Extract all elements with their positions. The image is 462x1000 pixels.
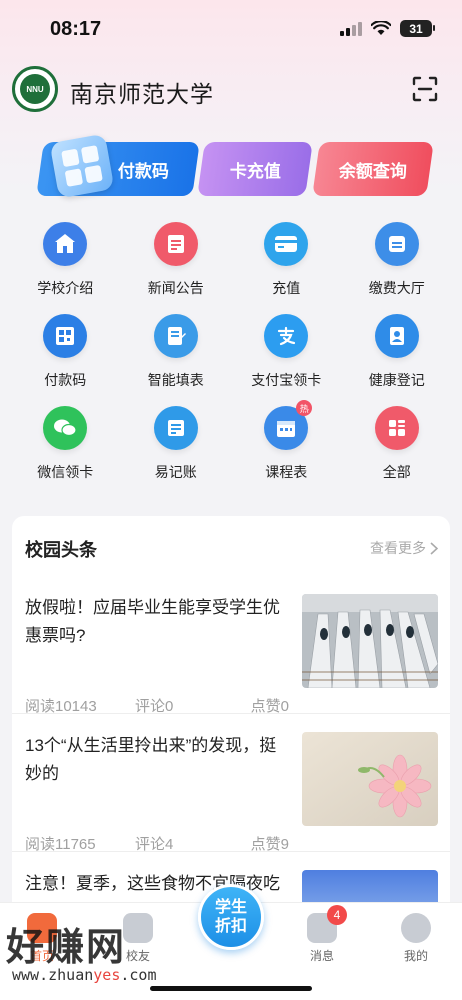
news-headline: 13个“从生活里拎出来”的发现，挺妙的 [25, 736, 277, 783]
payment-code-label: 付款码 [117, 161, 169, 181]
menu-item-news[interactable]: 新闻公告 [121, 222, 232, 314]
message-icon: 4 [307, 905, 347, 943]
alipay-icon [264, 314, 309, 358]
calendar-icon: 热 [264, 400, 313, 450]
home-indicator [150, 986, 312, 991]
tab-label: 校友 [125, 949, 150, 963]
scan-icon[interactable] [412, 76, 438, 102]
tab-messages[interactable]: 4 消息 [292, 905, 352, 964]
service-grid: 学校介绍 新闻公告 充值 缴费大厅 付款码 智能填表 支付宝领卡 健康登记 微信… [10, 222, 452, 498]
discover-icon [123, 913, 153, 943]
menu-label: 智能填表 [147, 372, 204, 388]
card-recharge-icon [264, 222, 309, 266]
news-headline: 放假啦！应届毕业生能享受学生优惠票吗? [25, 598, 280, 645]
menu-label: 充值 [272, 280, 301, 296]
wechat-icon [43, 406, 88, 450]
wifi-icon [371, 21, 391, 35]
menu-label: 支付宝领卡 [251, 372, 322, 388]
menu-item-easy-ledger[interactable]: 易记账 [121, 406, 232, 498]
news-thumbnail-trains [302, 594, 438, 688]
menu-item-recharge[interactable]: 充值 [231, 222, 342, 314]
menu-label: 健康登记 [368, 372, 425, 388]
like-count: 点赞9 [250, 836, 289, 853]
news-item[interactable]: 13个“从生活里拎出来”的发现，挺妙的 阅读11765 评论4 点赞9 [12, 714, 450, 853]
discount-label-line2: 折扣 [214, 918, 247, 935]
balance-query-label: 余额查询 [339, 161, 407, 181]
menu-item-course-schedule[interactable]: 热 课程表 [231, 400, 342, 498]
chevron-right-icon [430, 541, 438, 555]
comment-count: 评论0 [135, 698, 174, 715]
discount-label-line1: 学生 [214, 899, 247, 916]
campus-news-card: 校园头条 查看更多 放假啦！应届毕业生能享受学生优惠票吗? 阅读10143 评论… [12, 516, 450, 936]
status-bar: 08:17 31 [0, 0, 462, 58]
menu-label: 学校介绍 [37, 280, 94, 296]
menu-item-smart-form[interactable]: 智能填表 [121, 314, 232, 406]
menu-item-payment-hall[interactable]: 缴费大厅 [342, 222, 453, 314]
tab-mine[interactable]: 我的 [386, 913, 446, 964]
menu-item-school-intro[interactable]: 学校介绍 [10, 222, 121, 314]
news-thumbnail-flower [302, 732, 438, 826]
qr-code-icon [43, 314, 88, 358]
menu-label: 课程表 [265, 464, 308, 480]
logo-text: NNU [20, 74, 50, 104]
view-more-label: 查看更多 [370, 540, 426, 556]
card-recharge-label: 卡充值 [229, 161, 281, 181]
all-apps-icon [374, 406, 419, 450]
health-register-icon [374, 314, 419, 358]
app-header: NNU 南京师范大学 [0, 62, 462, 116]
school-icon [43, 222, 88, 266]
battery-icon: 31 [400, 20, 435, 37]
news-section-title: 校园头条 [25, 540, 97, 560]
watermark-text: 好赚网 [6, 927, 127, 969]
form-icon [153, 314, 198, 358]
menu-label: 易记账 [154, 464, 197, 480]
like-count: 点赞0 [250, 698, 289, 715]
news-header: 校园头条 查看更多 [12, 516, 450, 576]
read-count: 阅读10143 [25, 698, 97, 715]
comment-count: 评论4 [135, 836, 174, 853]
ledger-icon [153, 406, 198, 450]
menu-item-payment-code[interactable]: 付款码 [10, 314, 121, 406]
status-time: 08:17 [50, 18, 102, 40]
menu-item-wechat-card[interactable]: 微信领卡 [10, 406, 121, 498]
message-count-badge: 4 [327, 905, 347, 925]
school-logo: NNU [12, 66, 58, 112]
payment-code-icon [49, 133, 115, 199]
card-recharge-button[interactable]: 卡充值 [197, 142, 313, 196]
watermark-url: www.zhuanyes.com [12, 966, 157, 984]
menu-label: 付款码 [44, 372, 87, 388]
profile-icon [401, 913, 431, 943]
page-title: 南京师范大学 [70, 81, 214, 107]
tab-label: 消息 [309, 949, 334, 963]
news-icon [153, 222, 198, 266]
menu-label: 缴费大厅 [368, 280, 425, 296]
menu-item-all[interactable]: 全部 [342, 406, 453, 498]
cellular-signal-icon [340, 21, 362, 36]
balance-query-button[interactable]: 余额查询 [312, 142, 434, 196]
menu-item-alipay-card[interactable]: 支付宝领卡 [231, 314, 342, 406]
payment-hall-icon [374, 222, 419, 266]
quick-actions: 付款码 卡充值 余额查询 [36, 133, 436, 200]
menu-label: 新闻公告 [147, 280, 204, 296]
menu-label: 全部 [382, 464, 411, 480]
news-item[interactable]: 放假啦！应届毕业生能享受学生优惠票吗? 阅读10143 评论0 点赞0 [12, 576, 450, 715]
menu-item-health-register[interactable]: 健康登记 [342, 314, 453, 406]
student-discount-button[interactable]: 学生 折扣 [198, 884, 264, 950]
status-icons: 31 [340, 20, 435, 37]
menu-label: 微信领卡 [37, 464, 94, 480]
view-more-link[interactable]: 查看更多 [370, 538, 438, 558]
read-count: 阅读11765 [25, 836, 96, 853]
tab-label: 我的 [403, 949, 428, 963]
hot-badge: 热 [296, 400, 313, 416]
